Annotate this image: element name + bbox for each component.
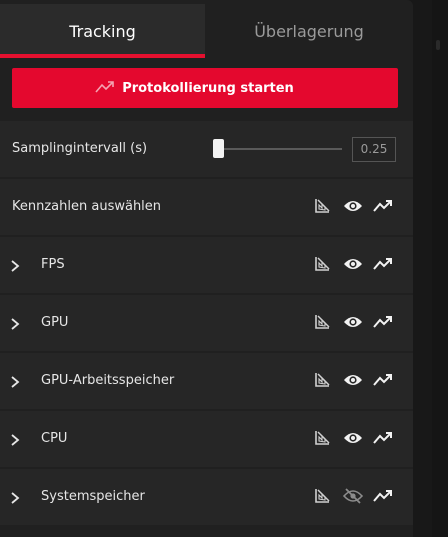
start-logging-label: Protokollierung starten [122, 80, 294, 96]
chart-off-icon[interactable] [314, 256, 330, 276]
start-logging-button[interactable]: Protokollierung starten [12, 68, 398, 108]
tab-overlay[interactable]: Überlagerung [205, 4, 413, 58]
chart-off-icon[interactable] [314, 198, 330, 218]
sampling-label: Samplingintervall (s) [12, 141, 148, 156]
metrics-header-label: Kennzahlen auswählen [12, 199, 162, 214]
eye-icon[interactable] [343, 430, 363, 450]
chart-off-icon[interactable] [314, 430, 330, 450]
sampling-value-field[interactable]: 0.25 [352, 137, 396, 162]
chevron-right-icon[interactable] [9, 490, 21, 509]
trend-up-icon[interactable] [373, 198, 393, 218]
metric-label: GPU [41, 315, 69, 330]
tracking-panel: Tracking Überlagerung Protokollierung st… [0, 0, 413, 537]
eye-icon[interactable] [343, 372, 363, 392]
metrics-header-row: Kennzahlen auswählen [0, 179, 413, 235]
trend-up-icon[interactable] [373, 256, 393, 276]
chevron-right-icon[interactable] [9, 316, 21, 335]
trend-up-icon[interactable] [373, 488, 393, 508]
metric-row-gpu[interactable]: GPU [0, 295, 413, 351]
metric-label: Systemspeicher [41, 489, 145, 504]
eye-icon[interactable] [343, 256, 363, 276]
trend-up-icon[interactable] [373, 314, 393, 334]
metric-label: GPU-Arbeitsspeicher [41, 373, 175, 388]
sampling-slider-thumb[interactable] [213, 139, 224, 158]
metric-row-cpu[interactable]: CPU [0, 411, 413, 467]
metric-row-system-memory[interactable]: Systemspeicher [0, 469, 413, 525]
right-scroll-area [432, 0, 448, 537]
trend-up-icon [95, 80, 115, 98]
sampling-slider-track[interactable] [218, 148, 342, 150]
metric-row-fps[interactable]: FPS [0, 237, 413, 293]
chevron-right-icon[interactable] [9, 374, 21, 393]
metric-row-gpu-memory[interactable]: GPU-Arbeitsspeicher [0, 353, 413, 409]
metric-label: CPU [41, 431, 68, 446]
eye-off-icon[interactable] [342, 488, 364, 508]
trend-up-icon[interactable] [373, 430, 393, 450]
metric-label: FPS [41, 257, 65, 272]
chart-off-icon[interactable] [314, 372, 330, 392]
eye-icon[interactable] [343, 314, 363, 334]
chevron-right-icon[interactable] [9, 432, 21, 451]
tab-tracking[interactable]: Tracking [0, 4, 205, 58]
eye-icon[interactable] [343, 198, 363, 218]
scrollbar-marker[interactable] [436, 40, 440, 50]
chart-off-icon[interactable] [314, 314, 330, 334]
trend-up-icon[interactable] [373, 372, 393, 392]
chart-off-icon[interactable] [314, 488, 330, 508]
chevron-right-icon[interactable] [9, 258, 21, 277]
tab-bar: Tracking Überlagerung [0, 4, 413, 58]
